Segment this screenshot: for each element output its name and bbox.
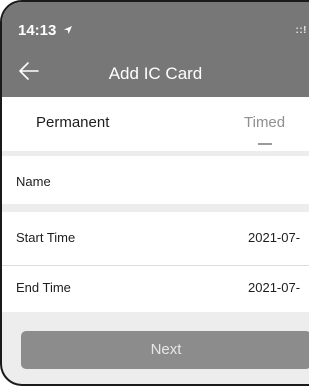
start-time-row[interactable]: Start Time 2021-07- — [2, 212, 309, 265]
end-time-row[interactable]: End Time 2021-07- — [2, 266, 309, 312]
next-button[interactable]: Next — [21, 331, 309, 369]
tab-timed[interactable]: Timed — [244, 114, 285, 131]
header-bar: 14:13 ::! Add IC Card — [2, 2, 309, 97]
end-time-value: 2021-07- — [248, 280, 301, 295]
location-arrow-icon — [63, 26, 72, 34]
tab-bar: Permanent Timed — [2, 97, 309, 151]
page-title: Add IC Card — [108, 64, 203, 83]
signal-indicator: ::! — [295, 25, 307, 36]
start-time-label: Start Time — [16, 230, 76, 245]
name-label: Name — [16, 174, 51, 189]
tab-permanent[interactable]: Permanent — [36, 114, 109, 131]
phone-frame: 14:13 ::! Add IC Card Permanent Timed Na… — [0, 0, 309, 386]
status-time: 14:13 — [18, 22, 73, 39]
name-row[interactable]: Name — [2, 156, 309, 204]
end-time-label: End Time — [16, 280, 71, 295]
tab-indicator — [258, 143, 272, 145]
start-time-value: 2021-07- — [248, 230, 301, 245]
